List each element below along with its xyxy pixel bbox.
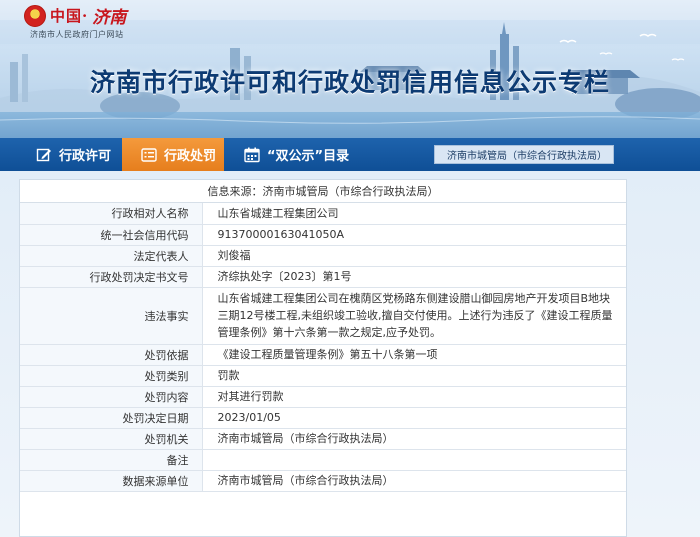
field-value: 91370000163041050A	[202, 224, 626, 246]
logo-city: 济南	[92, 8, 127, 28]
nav-item-label: 行政许可	[59, 149, 112, 164]
field-label: 统一社会信用代码	[20, 224, 203, 246]
field-value: 济南市城管局（市综合行政执法局）	[202, 428, 626, 450]
nav-item-dual-disclosure[interactable]: “双公示”目录	[244, 138, 394, 171]
logo-subtitle: 济南市人民政府门户网站	[30, 30, 124, 39]
field-label: 法定代表人	[20, 245, 203, 267]
table-row: 数据来源单位 济南市城管局（市综合行政执法局）	[20, 470, 626, 492]
agency-selector[interactable]: 济南市城管局（市综合行政执法局）	[434, 145, 614, 164]
nav-item-label: 行政处罚	[164, 149, 217, 164]
detail-table: 行政相对人名称 山东省城建工程集团公司 统一社会信用代码 91370000163041…	[20, 203, 626, 492]
table-row: 行政处罚决定书文号 济综执处字〔2023〕第1号	[20, 266, 626, 288]
nav-item-label: “双公示”目录	[267, 149, 350, 164]
table-row: 处罚决定日期 2023/01/05	[20, 407, 626, 429]
field-value: 济南市城管局（市综合行政执法局）	[202, 470, 626, 492]
header-banner: 中国· 济南 济南市人民政府门户网站 济南市行政许可和行政处罚信用信息公示专栏	[0, 0, 700, 138]
table-row: 处罚类别 罚款	[20, 365, 626, 387]
edit-icon	[36, 148, 51, 161]
field-value: 济综执处字〔2023〕第1号	[202, 266, 626, 288]
table-row: 备注	[20, 449, 626, 471]
field-value: 山东省城建工程集团公司	[202, 203, 626, 225]
field-label: 处罚决定日期	[20, 407, 203, 429]
field-value: 罚款	[202, 365, 626, 387]
table-row: 统一社会信用代码 91370000163041050A	[20, 224, 626, 246]
field-value: 山东省城建工程集团公司在槐荫区党杨路东侧建设腊山御园房地产开发项目B地块三期12…	[202, 287, 626, 345]
info-source: 信息来源：济南市城管局（市综合行政执法局）	[20, 180, 626, 203]
field-value: 《建设工程质量管理条例》第五十八条第一项	[202, 344, 626, 366]
content-area: 信息来源：济南市城管局（市综合行政执法局） 行政相对人名称 山东省城建工程集团公司…	[0, 171, 700, 537]
table-row: 处罚机关 济南市城管局（市综合行政执法局）	[20, 428, 626, 450]
field-label: 处罚依据	[20, 344, 203, 366]
field-value: 对其进行罚款	[202, 386, 626, 408]
detail-panel: 信息来源：济南市城管局（市综合行政执法局） 行政相对人名称 山东省城建工程集团公司…	[19, 179, 627, 537]
calendar-icon	[244, 147, 260, 162]
field-label: 行政相对人名称	[20, 203, 203, 225]
table-row: 处罚内容 对其进行罚款	[20, 386, 626, 408]
field-label: 数据来源单位	[20, 470, 203, 492]
field-label: 处罚内容	[20, 386, 203, 408]
field-value	[202, 449, 626, 471]
nav-item-penalties[interactable]: 行政处罚	[122, 138, 224, 171]
field-label: 处罚类别	[20, 365, 203, 387]
logo-text: 中国·	[50, 7, 89, 25]
table-row: 法定代表人 刘俊福	[20, 245, 626, 267]
page-title: 济南市行政许可和行政处罚信用信息公示专栏	[89, 68, 610, 97]
field-value: 刘俊福	[202, 245, 626, 267]
field-label: 违法事实	[20, 287, 203, 345]
table-row: 处罚依据 《建设工程质量管理条例》第五十八条第一项	[20, 344, 626, 366]
national-emblem-icon	[24, 4, 46, 27]
table-row: 行政相对人名称 山东省城建工程集团公司	[20, 203, 626, 225]
field-label: 备注	[20, 449, 203, 471]
nav-item-permits[interactable]: 行政许可	[36, 138, 122, 171]
field-label: 行政处罚决定书文号	[20, 266, 203, 288]
table-row: 违法事实 山东省城建工程集团公司在槐荫区党杨路东侧建设腊山御园房地产开发项目B地块…	[20, 287, 626, 345]
main-nav: 行政许可 行政处罚 “双公示”目录 济南市城管局（市综合行政执法局）	[0, 138, 700, 171]
field-value: 2023/01/05	[202, 407, 626, 429]
field-label: 处罚机关	[20, 428, 203, 450]
site-logo[interactable]: 中国· 济南	[24, 3, 126, 28]
list-icon	[141, 147, 157, 162]
